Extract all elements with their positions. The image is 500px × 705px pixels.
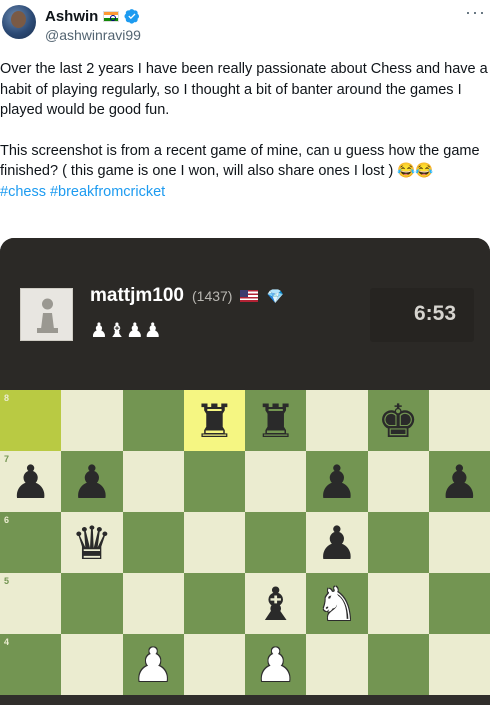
black-pawn-f7-icon[interactable]: ♟ bbox=[306, 451, 367, 512]
pawn-avatar-icon bbox=[37, 298, 58, 333]
opponent-avatar bbox=[20, 288, 73, 341]
opponent-name-row: mattjm100 (1437) 💎 bbox=[90, 285, 284, 307]
board-square[interactable] bbox=[428, 512, 490, 573]
board-square[interactable] bbox=[183, 512, 245, 573]
white-pawn-c4-icon[interactable]: ♟ bbox=[123, 634, 184, 695]
board-square[interactable] bbox=[61, 573, 123, 634]
hashtag-list: #chess #breakfromcricket bbox=[0, 182, 498, 203]
board-square[interactable]: 5 bbox=[0, 573, 62, 634]
board-square[interactable] bbox=[428, 390, 490, 451]
board-square[interactable]: 6 bbox=[0, 512, 62, 573]
author-name[interactable]: Ashwin bbox=[45, 8, 98, 25]
white-pawn-e4-icon[interactable]: ♟ bbox=[245, 634, 306, 695]
board-square[interactable] bbox=[367, 451, 429, 512]
board-square[interactable] bbox=[367, 512, 429, 573]
opponent-username: mattjm100 bbox=[90, 285, 184, 306]
captured-pieces: ♟♝♟♟ bbox=[90, 318, 162, 342]
hashtag-link[interactable]: #chess bbox=[0, 184, 46, 200]
board-square[interactable] bbox=[122, 512, 184, 573]
tweet-body: Over the last 2 years I have been really… bbox=[0, 59, 498, 202]
more-options-icon[interactable]: ··· bbox=[465, 2, 486, 23]
board-square[interactable]: 4 bbox=[0, 634, 62, 695]
board-square[interactable] bbox=[306, 634, 368, 695]
board-square[interactable] bbox=[61, 390, 123, 451]
black-rook-e8-icon[interactable]: ♜ bbox=[245, 390, 306, 451]
board-square[interactable]: 8 bbox=[0, 390, 62, 451]
rank-label: 8 bbox=[4, 393, 10, 403]
rank-label: 4 bbox=[4, 637, 10, 647]
tweet-header: Ashwin @ashwinravi99 ··· bbox=[0, 0, 500, 52]
tweet-paragraph: This screenshot is from a recent game of… bbox=[0, 142, 480, 180]
us-flag-icon bbox=[240, 290, 259, 302]
india-flag-icon bbox=[103, 10, 120, 22]
board-square[interactable] bbox=[61, 634, 123, 695]
black-bishop-e5-icon[interactable]: ♝ bbox=[245, 573, 306, 634]
board-square[interactable] bbox=[367, 573, 429, 634]
tweet-media-image[interactable]: mattjm100 (1437) 💎 ♟♝♟♟ 6:53 8 7 6 5 4 ♜ ♜ ♚ ♟ ♟ ♟… bbox=[0, 238, 490, 705]
board-square[interactable] bbox=[367, 634, 429, 695]
author-name-row: Ashwin bbox=[45, 6, 140, 26]
white-knight-f5-icon[interactable]: ♞ bbox=[306, 573, 367, 634]
diamond-membership-icon: 💎 bbox=[266, 287, 284, 304]
rank-label: 6 bbox=[4, 515, 10, 525]
board-square[interactable] bbox=[183, 634, 245, 695]
board-square[interactable] bbox=[245, 512, 307, 573]
black-rook-d8-icon[interactable]: ♜ bbox=[184, 390, 245, 451]
board-square[interactable] bbox=[183, 573, 245, 634]
opponent-clock: 6:53 bbox=[370, 288, 474, 342]
author-avatar[interactable] bbox=[2, 5, 36, 39]
board-square[interactable] bbox=[122, 573, 184, 634]
board-square[interactable] bbox=[122, 390, 184, 451]
board-square[interactable] bbox=[183, 451, 245, 512]
opponent-rating: (1437) bbox=[192, 288, 233, 304]
board-square[interactable] bbox=[428, 573, 490, 634]
board-square[interactable] bbox=[245, 451, 307, 512]
hashtag-link[interactable]: #breakfromcricket bbox=[50, 184, 165, 200]
rank-label: 5 bbox=[4, 576, 10, 586]
black-king-g8-icon[interactable]: ♚ bbox=[368, 390, 429, 451]
verified-badge-icon bbox=[124, 9, 140, 24]
black-queen-b6-icon[interactable]: ♛ bbox=[61, 512, 122, 573]
chess-board: 8 7 6 5 4 ♜ ♜ ♚ ♟ ♟ ♟ ♟ ♛ ♟ ♝ ♞ ♟ ♟ bbox=[0, 390, 490, 705]
author-handle[interactable]: @ashwinravi99 bbox=[45, 27, 141, 43]
black-pawn-a7-icon[interactable]: ♟ bbox=[0, 451, 61, 512]
black-pawn-h7-icon[interactable]: ♟ bbox=[429, 451, 490, 512]
clock-time: 6:53 bbox=[413, 302, 456, 325]
black-pawn-f6-icon[interactable]: ♟ bbox=[306, 512, 367, 573]
opponent-panel: mattjm100 (1437) 💎 ♟♝♟♟ 6:53 bbox=[0, 238, 490, 391]
board-square[interactable] bbox=[122, 451, 184, 512]
tweet-paragraph: Over the last 2 years I have been really… bbox=[0, 61, 488, 118]
board-square[interactable] bbox=[428, 634, 490, 695]
board-square[interactable] bbox=[306, 390, 368, 451]
black-pawn-b7-icon[interactable]: ♟ bbox=[61, 451, 122, 512]
